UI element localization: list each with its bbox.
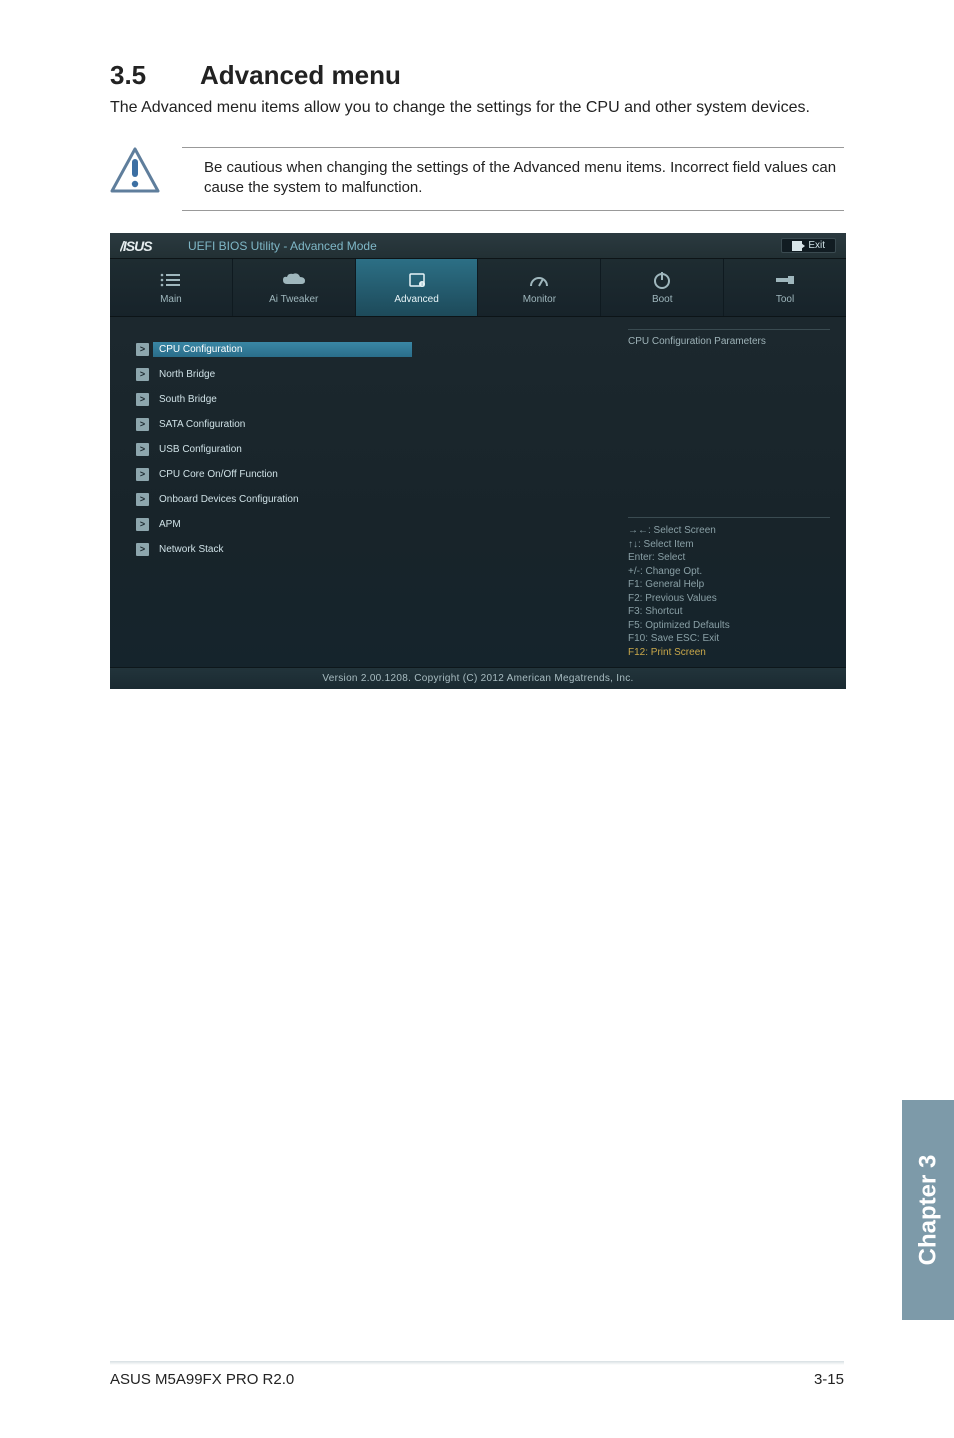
section-title-text: Advanced menu [200,60,401,90]
tab-label: Ai Tweaker [269,294,318,305]
menu-apm[interactable]: > APM [136,512,616,536]
chapter-tab-label: Chapter 3 [914,1155,942,1266]
tool-icon [774,270,796,290]
chevron-right-icon: > [136,368,149,381]
bios-title: UEFI BIOS Utility - Advanced Mode [188,239,377,253]
menu-onboard-devices[interactable]: > Onboard Devices Configuration [136,487,616,511]
menu-network-stack[interactable]: > Network Stack [136,537,616,561]
chevron-right-icon: > [136,393,149,406]
tab-label: Boot [652,294,673,305]
menu-label: SATA Configuration [153,417,251,432]
tab-advanced[interactable]: i Advanced [356,259,479,316]
intro-text: The Advanced menu items allow you to cha… [110,97,844,119]
tab-label: Tool [776,294,794,305]
chevron-right-icon: > [136,518,149,531]
cloud-icon [281,270,307,290]
help-key-line: F1: General Help [628,578,830,592]
menu-label: CPU Configuration [153,342,412,357]
section-number: 3.5 [110,60,200,91]
help-title: CPU Configuration Parameters [628,329,830,347]
chip-icon: i [406,270,428,290]
exit-button[interactable]: Exit [781,238,836,253]
bios-footer: Version 2.00.1208. Copyright (C) 2012 Am… [110,667,846,689]
bios-tabs: Main Ai Tweaker i Advanced Monitor [110,259,846,317]
page-footer: ASUS M5A99FX PRO R2.0 3-15 [110,1364,844,1388]
help-key-line: F2: Previous Values [628,592,830,606]
menu-label: South Bridge [153,392,223,407]
help-key-line: →←: Select Screen [628,524,830,538]
bios-menu-list: > CPU Configuration > North Bridge > South … [110,317,616,667]
chevron-right-icon: > [136,418,149,431]
menu-label: USB Configuration [153,442,248,457]
menu-label: Network Stack [153,542,229,557]
menu-usb-configuration[interactable]: > USB Configuration [136,437,616,461]
menu-label: North Bridge [153,367,221,382]
chevron-right-icon: > [136,343,149,356]
tab-label: Monitor [523,294,556,305]
help-key-line: F5: Optimized Defaults [628,619,830,633]
chapter-tab: Chapter 3 [902,1100,954,1320]
menu-south-bridge[interactable]: > South Bridge [136,387,616,411]
caution-block: Be cautious when changing the settings o… [110,147,844,212]
tab-monitor[interactable]: Monitor [478,259,601,316]
power-icon [652,270,672,290]
help-key-line: Enter: Select [628,551,830,565]
chevron-right-icon: > [136,493,149,506]
list-icon [160,270,182,290]
menu-label: Onboard Devices Configuration [153,492,305,507]
menu-label: CPU Core On/Off Function [153,467,284,482]
svg-text:/ISUS: /ISUS [120,239,153,253]
help-key-line: F3: Shortcut [628,605,830,619]
tab-tool[interactable]: Tool [724,259,846,316]
svg-text:i: i [421,282,422,288]
bios-titlebar: /ISUS UEFI BIOS Utility - Advanced Mode … [110,233,846,259]
tab-ai-tweaker[interactable]: Ai Tweaker [233,259,356,316]
bios-help-panel: CPU Configuration Parameters →←: Select … [616,317,846,667]
asus-logo: /ISUS [120,239,180,253]
tab-main[interactable]: Main [110,259,233,316]
tab-label: Advanced [394,294,438,305]
help-key-line: +/-: Change Opt. [628,565,830,579]
help-keys: →←: Select Screen ↑↓: Select Item Enter:… [628,517,830,659]
menu-cpu-configuration[interactable]: > CPU Configuration [136,337,616,361]
chevron-right-icon: > [136,468,149,481]
chevron-right-icon: > [136,443,149,456]
menu-north-bridge[interactable]: > North Bridge [136,362,616,386]
section-heading: 3.5Advanced menu [110,60,844,91]
menu-sata-configuration[interactable]: > SATA Configuration [136,412,616,436]
exit-label: Exit [808,240,825,251]
help-key-line: F10: Save ESC: Exit [628,632,830,646]
bios-screenshot: /ISUS UEFI BIOS Utility - Advanced Mode … [110,233,846,689]
footer-right: 3-15 [814,1371,844,1388]
exit-icon [792,241,802,251]
chevron-right-icon: > [136,543,149,556]
help-key-line: ↑↓: Select Item [628,538,830,552]
menu-cpu-core-onoff[interactable]: > CPU Core On/Off Function [136,462,616,486]
footer-left: ASUS M5A99FX PRO R2.0 [110,1371,294,1388]
tab-label: Main [160,294,182,305]
tab-boot[interactable]: Boot [601,259,724,316]
help-key-line: F12: Print Screen [628,646,830,660]
caution-text: Be cautious when changing the settings o… [182,147,844,212]
caution-icon [110,147,160,193]
menu-label: APM [153,517,187,532]
gauge-icon [528,270,550,290]
